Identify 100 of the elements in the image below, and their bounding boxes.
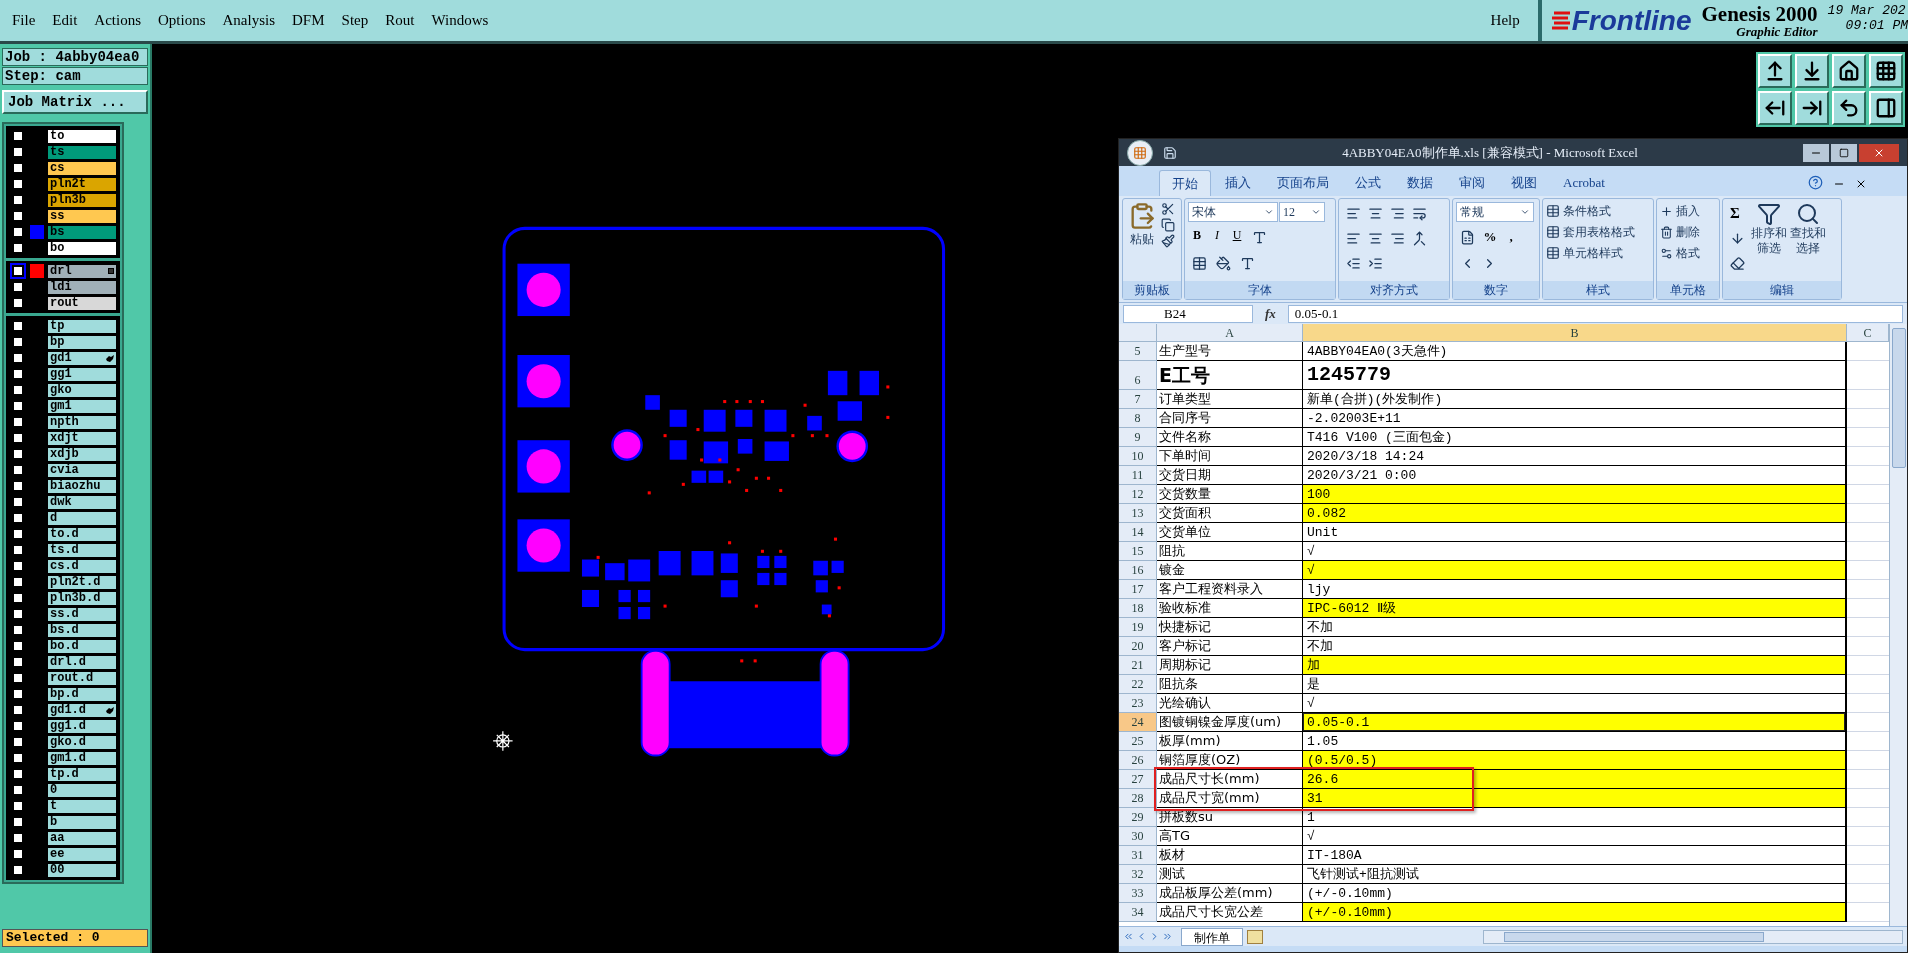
layer-name[interactable]: biaozhu bbox=[47, 478, 117, 494]
help-menu-item[interactable]: Help bbox=[1490, 9, 1520, 32]
table-cell[interactable]: Unit bbox=[1303, 523, 1847, 542]
sheet-tab[interactable]: 制作单 bbox=[1181, 927, 1243, 946]
layer-name[interactable]: gm1.d bbox=[47, 750, 117, 766]
cells-menu-button[interactable]: 格式 bbox=[1660, 244, 1700, 262]
table-cell[interactable]: (0.5/0.5) bbox=[1303, 751, 1847, 770]
layer-name[interactable]: gm1 bbox=[47, 398, 117, 414]
ribbon-tab[interactable]: Acrobat bbox=[1551, 170, 1617, 196]
style-menu-button[interactable]: 单元格样式 bbox=[1546, 244, 1635, 262]
menu-item[interactable]: Edit bbox=[52, 9, 78, 32]
table-cell[interactable]: T416 V100 (三面包金) bbox=[1303, 428, 1847, 447]
table-cell[interactable]: 26.6 bbox=[1303, 770, 1847, 789]
table-cell[interactable]: 飞针测试+阻抗测试 bbox=[1303, 865, 1847, 884]
layer-name[interactable]: to bbox=[47, 128, 117, 144]
layer-name[interactable]: tp.d bbox=[47, 766, 117, 782]
font-style-button[interactable]: B bbox=[1188, 226, 1206, 244]
layer-name[interactable]: bp bbox=[47, 334, 117, 350]
layer-name[interactable]: gd1 bbox=[47, 350, 117, 366]
table-cell[interactable]: 31 bbox=[1303, 789, 1847, 808]
layer-name[interactable]: pln3b bbox=[47, 192, 117, 208]
font-name-field[interactable]: 宋体 bbox=[1188, 202, 1278, 222]
cells-menu-button[interactable]: 删除 bbox=[1660, 223, 1700, 241]
layer-name[interactable]: cs bbox=[47, 160, 117, 176]
layer-name[interactable]: gg1 bbox=[47, 366, 117, 382]
table-cell[interactable]: 0.082 bbox=[1303, 504, 1847, 523]
table-cell[interactable]: 加 bbox=[1303, 656, 1847, 675]
layer-name[interactable]: d bbox=[47, 510, 117, 526]
layer-name[interactable]: aa bbox=[47, 830, 117, 846]
menu-item[interactable]: Options bbox=[158, 9, 206, 32]
font-style-button[interactable]: I bbox=[1208, 226, 1226, 244]
layer-name[interactable]: ts bbox=[47, 144, 117, 160]
table-cell[interactable]: ljy bbox=[1303, 580, 1847, 599]
style-menu-button[interactable]: 套用表格格式 bbox=[1546, 223, 1635, 241]
table-cell[interactable]: 2020/3/18 14:24 bbox=[1303, 447, 1847, 466]
font-style-button[interactable]: U bbox=[1228, 226, 1246, 244]
number-style-button[interactable]: % bbox=[1481, 227, 1499, 247]
layer-name[interactable]: rout bbox=[47, 295, 117, 311]
layer-name[interactable]: pln2t bbox=[47, 176, 117, 192]
layer-name[interactable]: cvia bbox=[47, 462, 117, 478]
cells-menu-button[interactable]: 插入 bbox=[1660, 202, 1700, 220]
layer-name[interactable]: b bbox=[47, 814, 117, 830]
table-cell[interactable]: 1.05 bbox=[1303, 732, 1847, 751]
table-cell[interactable]: IPC-6012 Ⅱ级 bbox=[1303, 599, 1847, 618]
table-cell[interactable]: √ bbox=[1303, 827, 1847, 846]
table-cell[interactable]: 新单(合拼)(外发制作) bbox=[1303, 390, 1847, 409]
layer-name[interactable]: dwk bbox=[47, 494, 117, 510]
table-cell[interactable]: √ bbox=[1303, 694, 1847, 713]
layer-name[interactable]: ts.d bbox=[47, 542, 117, 558]
formula-field[interactable]: 0.05-0.1 bbox=[1287, 304, 1903, 323]
layer-name[interactable]: ee bbox=[47, 846, 117, 862]
table-cell[interactable]: 不加 bbox=[1303, 618, 1847, 637]
layer-name[interactable]: drl.d bbox=[47, 654, 117, 670]
font-size-field[interactable]: 12 bbox=[1279, 202, 1325, 222]
table-cell[interactable]: 4ABBY04EA0(3天急件) bbox=[1303, 342, 1847, 361]
table-cell[interactable]: -2.02003E+11 bbox=[1303, 409, 1847, 428]
table-cell[interactable]: IT-180A bbox=[1303, 846, 1847, 865]
table-cell[interactable]: √ bbox=[1303, 561, 1847, 580]
layer-name[interactable]: npth bbox=[47, 414, 117, 430]
layer-name[interactable]: xdjb bbox=[47, 446, 117, 462]
menu-item[interactable]: DFM bbox=[292, 9, 325, 32]
layer-name[interactable]: 0 bbox=[47, 782, 117, 798]
table-cell[interactable]: (+/-0.10mm) bbox=[1303, 884, 1847, 903]
menu-item[interactable]: Step bbox=[341, 9, 369, 32]
number-style-button[interactable]: , bbox=[1502, 227, 1520, 247]
ribbon-tab[interactable]: 插入 bbox=[1213, 170, 1263, 196]
layer-name[interactable]: bp.d bbox=[47, 686, 117, 702]
menu-item[interactable]: Analysis bbox=[222, 9, 276, 32]
layer-name[interactable]: bs bbox=[47, 224, 117, 240]
layer-name[interactable]: to.d bbox=[47, 526, 117, 542]
menu-item[interactable]: Windows bbox=[431, 9, 489, 32]
layer-name[interactable]: drl bbox=[47, 263, 117, 279]
layer-name[interactable]: gko bbox=[47, 382, 117, 398]
layer-name[interactable]: xdjt bbox=[47, 430, 117, 446]
sum-button[interactable]: Σ bbox=[1726, 202, 1744, 225]
layer-name[interactable]: gko.d bbox=[47, 734, 117, 750]
sort-filter-button[interactable]: 排序和 筛选 bbox=[1751, 202, 1787, 281]
layer-name[interactable]: tp bbox=[47, 318, 117, 334]
number-format-field[interactable]: 常规 bbox=[1456, 202, 1534, 222]
table-cell[interactable]: 不加 bbox=[1303, 637, 1847, 656]
table-cell[interactable]: 0.05-0.1 bbox=[1303, 713, 1847, 732]
layer-name[interactable]: ss bbox=[47, 208, 117, 224]
ribbon-tab[interactable]: 公式 bbox=[1343, 170, 1393, 196]
menu-item[interactable]: Actions bbox=[94, 9, 141, 32]
layer-name[interactable]: rout.d bbox=[47, 670, 117, 686]
job-matrix-button[interactable]: Job Matrix ... bbox=[2, 90, 148, 114]
paste-button[interactable]: 粘贴 bbox=[1126, 202, 1158, 281]
menu-item[interactable]: Rout bbox=[385, 9, 415, 32]
layer-name[interactable]: ldi bbox=[47, 279, 117, 295]
layer-name[interactable]: pln3b.d bbox=[47, 590, 117, 606]
ribbon-tab[interactable]: 视图 bbox=[1499, 170, 1549, 196]
ribbon-tab[interactable]: 数据 bbox=[1395, 170, 1445, 196]
find-select-button[interactable]: 查找和 选择 bbox=[1790, 202, 1826, 281]
name-box[interactable]: B24 bbox=[1123, 304, 1253, 323]
layer-name[interactable]: t bbox=[47, 798, 117, 814]
ribbon-tab[interactable]: 开始 bbox=[1159, 170, 1211, 196]
menu-item[interactable]: File bbox=[12, 9, 36, 32]
layer-name[interactable]: pln2t.d bbox=[47, 574, 117, 590]
layer-name[interactable]: bo bbox=[47, 240, 117, 256]
table-cell[interactable]: 是 bbox=[1303, 675, 1847, 694]
